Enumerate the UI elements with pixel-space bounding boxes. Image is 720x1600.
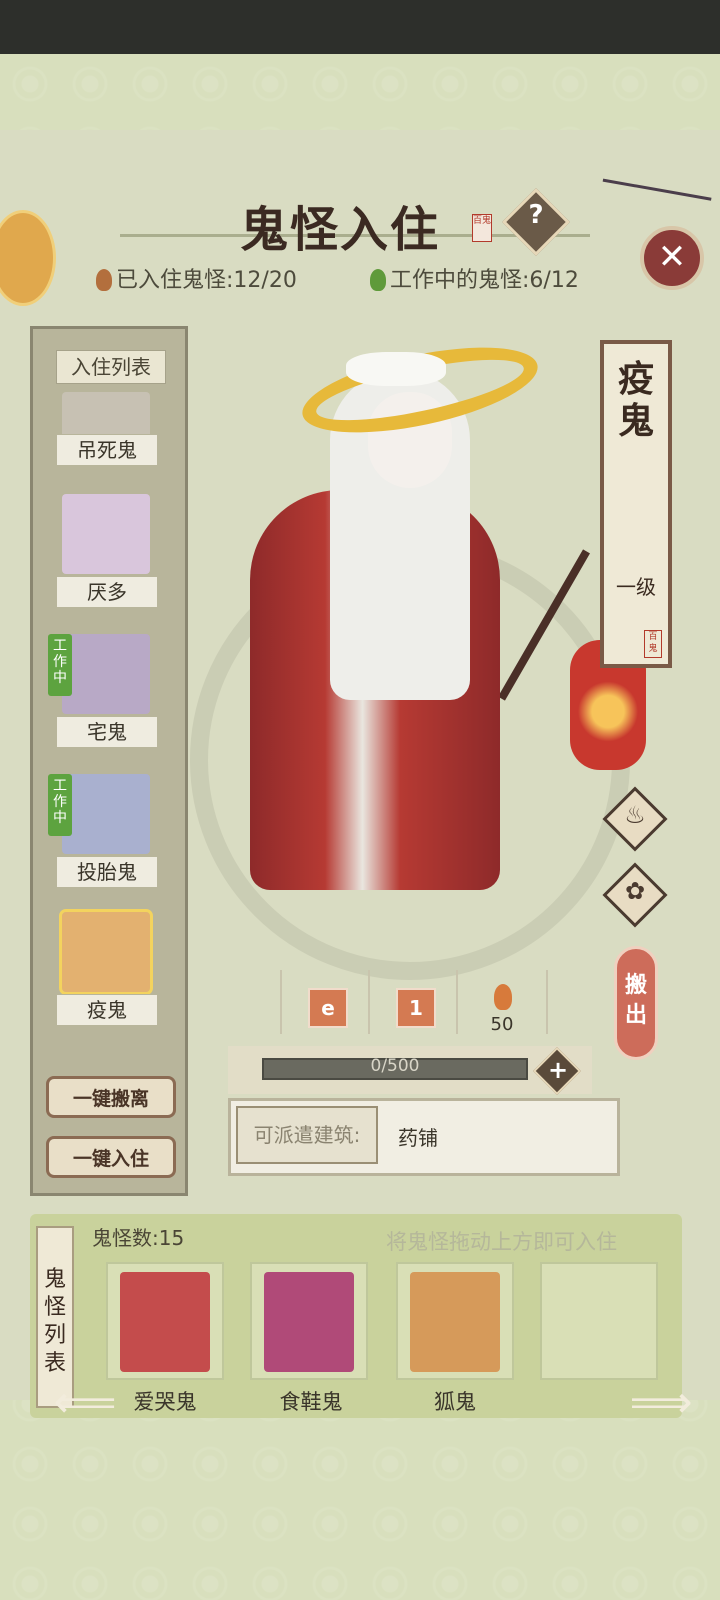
resident-count: 已入住鬼怪:12/20	[96, 262, 297, 294]
ghost-slot-2[interactable]	[396, 1262, 514, 1380]
resident-name: 宅鬼	[56, 716, 158, 748]
move-in-all-button[interactable]: 一键入住	[46, 1136, 176, 1178]
question-icon[interactable]: ?	[512, 200, 560, 242]
top-status-bar	[0, 0, 720, 54]
ghost-slot-1[interactable]	[250, 1262, 368, 1380]
xp-text: 0/500	[370, 1056, 420, 1076]
ghost-count: 鬼怪数:15	[92, 1226, 185, 1250]
ghost-list-tab-label: 鬼怪列表	[44, 1267, 67, 1376]
resident-name: 厌多	[56, 576, 158, 608]
level-badge-icon: 1	[396, 988, 436, 1028]
resident-card-2[interactable]: 工作中 宅鬼	[48, 634, 158, 748]
resident-name: 吊死鬼	[56, 434, 158, 466]
flame-value: 50	[490, 1014, 514, 1035]
drag-hint: 将鬼怪拖动上方即可入住	[386, 1230, 617, 1254]
ghost-name-banner: 疫鬼 一级 百鬼	[600, 340, 672, 668]
ghost-slot-empty[interactable]	[540, 1262, 658, 1380]
bag-icon[interactable]: ✿	[612, 868, 658, 914]
ghost-portrait	[62, 494, 150, 574]
ghost-slot-name: 食鞋鬼	[279, 1390, 343, 1414]
building-label: 可派遣建筑:	[236, 1106, 378, 1164]
ghost-slot-0[interactable]	[106, 1262, 224, 1380]
move-out-button[interactable]: 搬出	[614, 946, 658, 1060]
ghost-slot-name: 狐鬼	[434, 1390, 476, 1414]
resident-name: 投胎鬼	[56, 856, 158, 888]
working-badge: 工作中	[48, 774, 72, 836]
plus-icon[interactable]: +	[540, 1054, 576, 1088]
flame-icon	[96, 269, 112, 291]
resident-name: 疫鬼	[56, 994, 158, 1026]
ghost-portrait	[264, 1272, 354, 1372]
title-seal: 百鬼	[472, 214, 492, 242]
ghost-portrait	[62, 634, 150, 714]
building-value[interactable]: 药铺	[398, 1122, 438, 1151]
ghost-character-bow	[346, 352, 446, 386]
ghost-portrait	[59, 909, 153, 995]
working-count: 工作中的鬼怪:6/12	[370, 262, 579, 294]
title-area: 鬼怪入住 百鬼 ?	[120, 188, 600, 260]
stat-swirl: e	[280, 970, 370, 1034]
resident-card-3[interactable]: 工作中 投胎鬼	[48, 774, 158, 888]
flame-icon	[494, 984, 512, 1010]
stat-level: 1	[368, 970, 458, 1034]
evict-all-button[interactable]: 一键搬离	[46, 1076, 176, 1118]
ghost-level: 一级	[616, 575, 656, 599]
resident-card-0[interactable]: 吊死鬼	[56, 372, 158, 484]
close-icon[interactable]: ✕	[640, 226, 704, 290]
stat-flame: 50	[456, 970, 548, 1035]
ghost-name: 疫鬼	[617, 358, 654, 442]
working-badge: 工作中	[48, 634, 72, 696]
ghost-portrait	[410, 1272, 500, 1372]
prev-page-arrow-icon[interactable]: ⟸	[50, 1381, 120, 1425]
banner-seal: 百鬼	[644, 630, 662, 658]
ghost-portrait	[120, 1272, 210, 1372]
fire-swirl-icon[interactable]: ♨	[612, 792, 658, 838]
resident-card-4-selected[interactable]: 疫鬼	[56, 909, 158, 1026]
ghost-stats-row: e 1 50	[280, 970, 580, 1035]
ghost-portrait	[62, 774, 150, 854]
next-page-arrow-icon[interactable]: ⟹	[626, 1381, 696, 1425]
swirl-icon: e	[308, 988, 348, 1028]
resident-card-1[interactable]: 厌多	[56, 494, 158, 608]
page-title: 鬼怪入住	[240, 202, 441, 258]
green-flame-icon	[370, 269, 386, 291]
